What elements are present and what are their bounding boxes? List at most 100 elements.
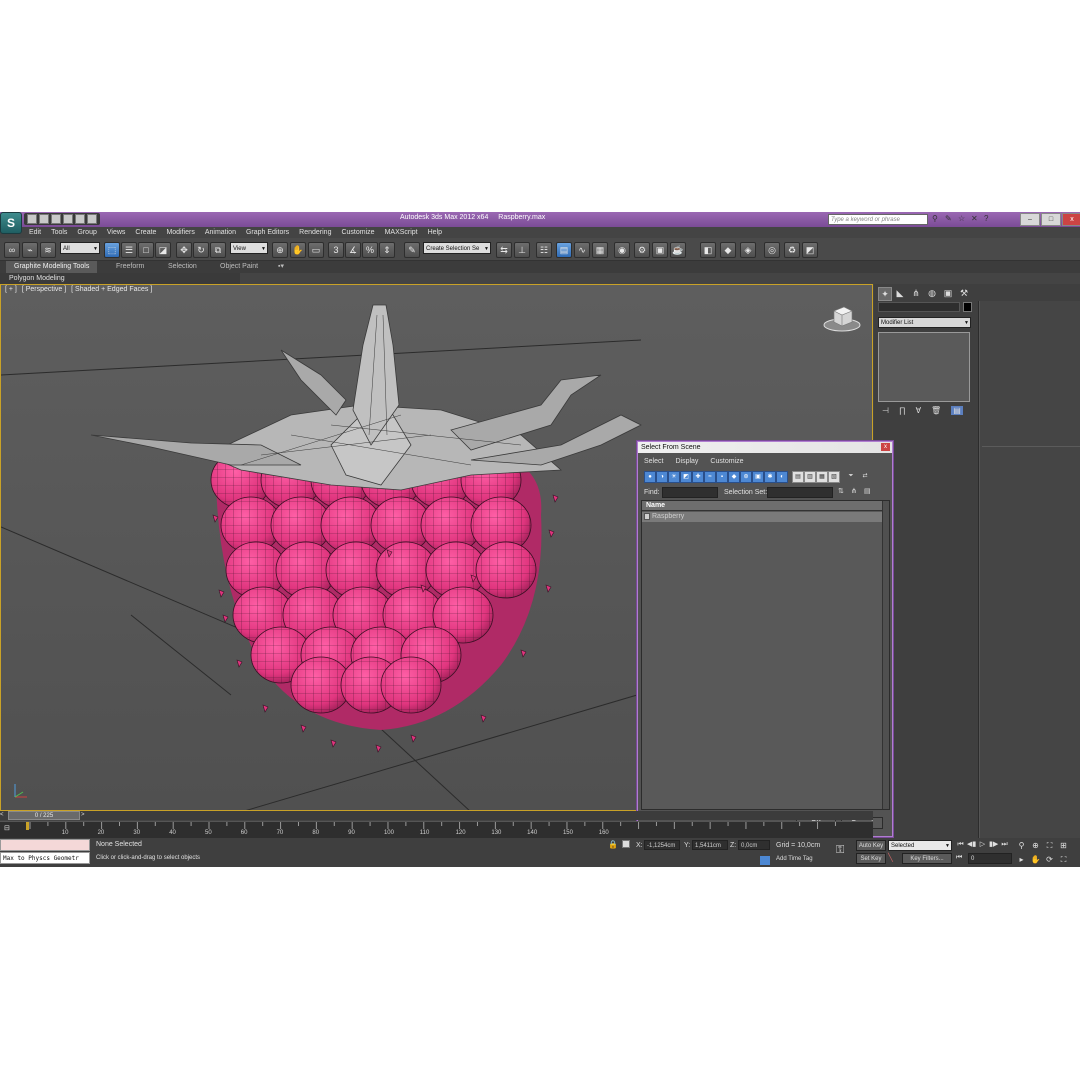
object-color-swatch[interactable] xyxy=(963,302,972,312)
tab-freeform[interactable]: Freeform xyxy=(108,261,152,273)
undo-icon[interactable] xyxy=(63,214,73,224)
extra-tool-3-icon[interactable]: ◈ xyxy=(740,242,756,258)
tab-selection[interactable]: Selection xyxy=(160,261,205,273)
select-by-name-icon[interactable]: ☰ xyxy=(121,242,137,258)
dialog-menu-customize[interactable]: Customize xyxy=(704,456,749,467)
reference-coordinate-dropdown[interactable]: View xyxy=(230,242,268,255)
named-selection-dropdown[interactable]: Create Selection Se xyxy=(423,242,491,255)
space-warps-filter-icon[interactable]: ≈ xyxy=(704,471,716,483)
go-to-start-icon[interactable]: ⏮ xyxy=(956,840,965,849)
time-slider[interactable]: < 0 / 225 > xyxy=(0,811,873,820)
tab-graphite-modeling-tools[interactable]: Graphite Modeling Tools xyxy=(6,261,98,273)
modify-tab-icon[interactable]: ◣ xyxy=(894,287,906,299)
extra-tool-1-icon[interactable]: ◧ xyxy=(700,242,716,258)
time-slider-thumb[interactable]: 0 / 225 xyxy=(8,811,80,820)
groups-filter-icon[interactable]: ▪ xyxy=(716,471,728,483)
display-all-icon[interactable]: ▤ xyxy=(792,471,804,483)
rectangular-selection-icon[interactable]: □ xyxy=(138,242,154,258)
project-folder-icon[interactable] xyxy=(87,214,97,224)
manage-layers-icon[interactable]: ☷ xyxy=(536,242,552,258)
cameras-filter-icon[interactable]: ◩ xyxy=(680,471,692,483)
dialog-title[interactable]: Select From Scene xyxy=(638,442,892,453)
extra-tool-4-icon[interactable]: ◎ xyxy=(764,242,780,258)
field-of-view-icon[interactable]: ▸ xyxy=(1016,854,1027,865)
dialog-close-button[interactable]: x xyxy=(881,443,890,451)
rotate-icon[interactable]: ↻ xyxy=(193,242,209,258)
helpers-filter-icon[interactable]: ✚ xyxy=(692,471,704,483)
auto-key-button[interactable]: Auto Key xyxy=(856,840,886,851)
previous-key-icon[interactable]: ◀▮ xyxy=(967,840,976,849)
modifier-list-dropdown[interactable]: Modifier List xyxy=(878,317,971,329)
ribbon-options-icon[interactable]: ▪▾ xyxy=(274,261,288,273)
sync-selection-icon[interactable]: ⇄ xyxy=(860,471,870,481)
pan-icon[interactable]: ✋ xyxy=(1030,854,1041,865)
go-to-end-icon[interactable]: ⏭ xyxy=(1000,840,1009,849)
select-object-icon[interactable]: ⬚ xyxy=(104,242,120,258)
open-file-icon[interactable] xyxy=(39,214,49,224)
selection-set-dropdown[interactable] xyxy=(767,487,833,498)
next-key-icon[interactable]: ▮▶ xyxy=(989,840,998,849)
selection-lock-icon[interactable]: 🔒 xyxy=(608,840,618,849)
zoom-extents-all-icon[interactable]: ⊞ xyxy=(1058,840,1069,851)
track-bar[interactable]: ⊟ 10 20 30 40 50 60 70 80 90 100 110 120 130 140 150 16… xyxy=(0,821,873,838)
mini-curve-editor-icon[interactable]: ⊟ xyxy=(4,824,18,836)
menu-customize[interactable]: Customize xyxy=(336,227,379,238)
key-filters-button[interactable]: Key Filters... xyxy=(902,853,952,864)
configure-modifier-sets-icon[interactable]: ▤ xyxy=(951,406,963,415)
z-coordinate-field[interactable]: 0,0cm xyxy=(738,840,770,850)
align-icon[interactable]: ⊥ xyxy=(514,242,530,258)
display-tab-icon[interactable]: ▣ xyxy=(942,287,954,299)
show-end-result-icon[interactable]: ∏ xyxy=(899,406,906,415)
schematic-view-icon[interactable]: ▦ xyxy=(592,242,608,258)
menu-help[interactable]: Help xyxy=(423,227,447,238)
geometry-filter-icon[interactable]: ● xyxy=(644,471,656,483)
list-scrollbar[interactable] xyxy=(882,501,889,809)
menu-edit[interactable]: Edit xyxy=(24,227,46,238)
material-editor-icon[interactable]: ◉ xyxy=(614,242,630,258)
orbit-icon[interactable]: ⟳ xyxy=(1044,854,1055,865)
redo-icon[interactable] xyxy=(75,214,85,224)
render-production-icon[interactable]: ☕ xyxy=(670,242,686,258)
viewport-label[interactable]: [ + ] [ Perspective ] [ Shaded + Edged F… xyxy=(5,286,155,293)
create-tab-icon[interactable]: ✦ xyxy=(878,287,892,301)
lights-filter-icon[interactable]: ☀ xyxy=(668,471,680,483)
keyboard-shortcut-override-icon[interactable]: ▭ xyxy=(308,242,324,258)
dialog-menu-display[interactable]: Display xyxy=(669,456,704,467)
menu-tools[interactable]: Tools xyxy=(46,227,72,238)
minimize-button[interactable]: – xyxy=(1020,213,1040,226)
bind-space-warp-icon[interactable]: ≋ xyxy=(40,242,56,258)
previous-frame-icon[interactable]: < xyxy=(0,811,7,820)
extra-tool-2-icon[interactable]: ◆ xyxy=(720,242,736,258)
menu-views[interactable]: Views xyxy=(102,227,131,238)
current-frame-field[interactable]: 0 xyxy=(968,853,1012,864)
display-invert-icon[interactable]: ▦ xyxy=(816,471,828,483)
unlink-icon[interactable]: ⌁ xyxy=(22,242,38,258)
key-mode-dropdown[interactable]: Selected xyxy=(888,840,952,852)
bones-filter-icon[interactable]: ⊛ xyxy=(740,471,752,483)
find-input[interactable] xyxy=(662,487,718,498)
remove-modifier-icon[interactable]: 🗑 xyxy=(931,406,941,415)
zoom-extents-icon[interactable]: ⛶ xyxy=(1044,840,1055,851)
maxscript-listener-input[interactable] xyxy=(0,839,90,851)
mirror-icon[interactable]: ⇆ xyxy=(496,242,512,258)
frozen-filter-icon[interactable]: ✱ xyxy=(764,471,776,483)
close-window-button[interactable]: x xyxy=(1062,213,1080,226)
save-file-icon[interactable] xyxy=(51,214,61,224)
maximize-button[interactable]: □ xyxy=(1041,213,1061,226)
pin-stack-icon[interactable]: ⊣ xyxy=(882,406,889,415)
y-coordinate-field[interactable]: 1,5411cm xyxy=(692,840,728,850)
scale-icon[interactable]: ⧉ xyxy=(210,242,226,258)
angle-snap-icon[interactable]: ∡ xyxy=(345,242,361,258)
zoom-icon[interactable]: ⚲ xyxy=(1016,840,1027,851)
column-chooser-icon[interactable]: ▤ xyxy=(864,487,873,496)
new-file-icon[interactable] xyxy=(27,214,37,224)
ribbon-panel-label[interactable]: Polygon Modeling xyxy=(0,273,240,284)
viewport-point-of-view-menu[interactable]: [ Perspective ] xyxy=(22,286,66,293)
key-mode-toggle-icon[interactable]: ⏮ xyxy=(956,854,962,862)
make-unique-icon[interactable]: ∀ xyxy=(916,406,921,415)
motion-tab-icon[interactable]: ◍ xyxy=(926,287,938,299)
hierarchy-tab-icon[interactable]: ⋔ xyxy=(910,287,922,299)
link-icon[interactable]: ∞ xyxy=(4,242,20,258)
menu-group[interactable]: Group xyxy=(72,227,101,238)
utilities-tab-icon[interactable]: ⚒ xyxy=(958,287,970,299)
